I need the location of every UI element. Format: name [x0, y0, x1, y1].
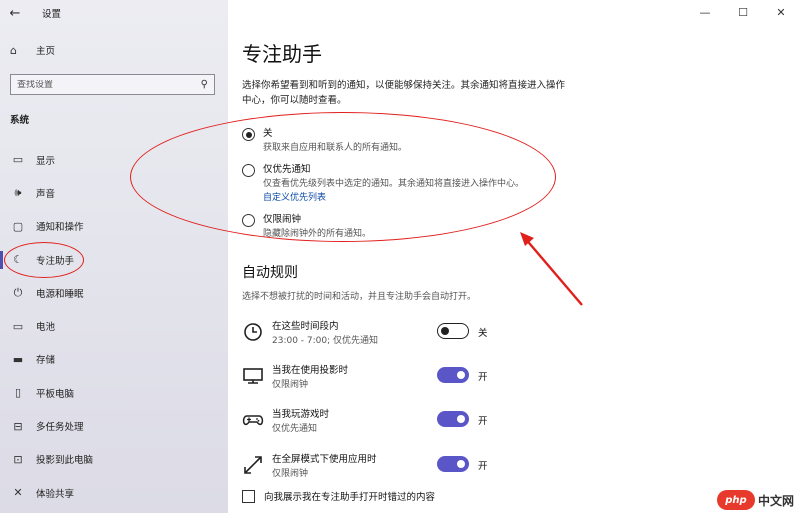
app-title: 设置 [42, 9, 62, 20]
sidebar-item-8[interactable]: ⊟ 多任务处理 [0, 409, 228, 442]
power-icon: ⏻ [13, 285, 23, 299]
sidebar-item-7[interactable]: ▯ 平板电脑 [0, 376, 228, 409]
sidebar-item-label: 平板电脑 [36, 388, 75, 400]
rule-subtitle: 仅限闹钟 [272, 469, 309, 479]
show-missed-checkbox[interactable] [242, 489, 255, 503]
toggle-switch[interactable] [437, 323, 469, 339]
rule-title: 在这些时间段内 [272, 321, 339, 332]
show-missed-checkbox-row[interactable]: 向我展示我在专注助手打开时错过的内容 [242, 489, 435, 503]
speaker-icon: 🕪 [14, 185, 22, 199]
sidebar-item-9[interactable]: ⊡ 投影到此电脑 [0, 443, 228, 476]
sidebar-item-label: 电池 [36, 322, 56, 334]
search-icon[interactable]: ⚲ [201, 79, 208, 90]
rule-time-range[interactable]: 在这些时间段内 23:00 - 7:00; 仅优先通知 关 [242, 318, 542, 354]
maximize-button[interactable]: ☐ [724, 0, 762, 24]
rule-subtitle: 仅限闹钟 [272, 380, 309, 390]
minimize-button[interactable]: — [686, 0, 724, 24]
sidebar-item-4[interactable]: ⏻ 电源和睡眠 [0, 276, 228, 309]
annotation-oval [130, 112, 556, 242]
rule-subtitle: 仅优先通知 [272, 424, 318, 434]
close-button[interactable]: ✕ [762, 0, 800, 24]
gamepad-icon [242, 409, 264, 431]
toggle-state: 开 [478, 416, 488, 427]
tablet-icon: ▯ [14, 386, 22, 400]
project-icon: ⊡ [13, 452, 23, 466]
annotation-circle [4, 242, 84, 278]
auto-rules-heading: 自动规则 [242, 265, 298, 281]
sidebar-item-5[interactable]: ▭ 电池 [0, 309, 228, 342]
share-icon: ✕ [13, 486, 23, 500]
rule-subtitle: 23:00 - 7:00; 仅优先通知 [272, 336, 379, 346]
home-icon: ⌂ [10, 43, 17, 57]
window-controls: — ☐ ✕ [686, 0, 800, 24]
toggle-state: 开 [478, 372, 488, 383]
toggle-state: 关 [478, 328, 488, 339]
sidebar-item-10[interactable]: ✕ 体验共享 [0, 476, 228, 509]
toggle-switch[interactable] [437, 411, 469, 427]
multitask-icon: ⊟ [13, 419, 23, 433]
search-box[interactable]: ⚲ [10, 74, 215, 95]
sidebar: ← 设置 ⌂ 主页 ⚲ 系统 ▭显示🕪声音▢通知和操作☾专注助手⏻电源和睡眠▭电… [0, 0, 228, 513]
battery-icon: ▭ [12, 319, 24, 333]
checkbox-label: 向我展示我在专注助手打开时错过的内容 [264, 492, 436, 503]
section-label: 系统 [10, 115, 30, 126]
watermark: php 中文网 [716, 490, 794, 510]
intro-text: 选择你希望看到和听到的通知，以便能够保持关注。其余通知将直接进入操作中心，你可以… [242, 80, 566, 106]
storage-icon: ▬ [12, 352, 24, 366]
search-input[interactable] [17, 79, 187, 90]
rule-gaming[interactable]: 当我玩游戏时 仅优先通知 开 [242, 406, 542, 442]
sidebar-item-label: 声音 [36, 188, 56, 200]
toggle-switch[interactable] [437, 456, 469, 472]
sidebar-item-label: 投影到此电脑 [36, 455, 94, 467]
page-title: 专注助手 [242, 42, 322, 66]
sidebar-item-label: 通知和操作 [36, 222, 84, 234]
sidebar-item-6[interactable]: ▬ 存储 [0, 343, 228, 376]
watermark-logo: php [716, 490, 755, 510]
sidebar-item-label: 电源和睡眠 [36, 288, 84, 300]
back-arrow-icon: ← [9, 5, 21, 21]
back-button[interactable]: ← [0, 1, 30, 25]
annotation-arrow [520, 232, 583, 306]
rule-title: 在全屏模式下使用应用时 [272, 454, 377, 465]
sidebar-item-label: 主页 [36, 46, 56, 57]
toggle-state: 开 [478, 461, 488, 472]
display-icon: ▭ [12, 153, 24, 167]
rule-fullscreen[interactable]: 在全屏模式下使用应用时 仅限闹钟 开 [242, 451, 542, 487]
monitor-icon [242, 365, 264, 387]
fullscreen-icon [242, 454, 264, 476]
rule-projecting[interactable]: 当我在使用投影时 仅限闹钟 开 [242, 362, 542, 398]
auto-rules-desc: 选择不想被打扰的时间和活动，并且专注助手会自动打开。 [242, 292, 477, 302]
sidebar-item-label: 显示 [36, 155, 56, 167]
sidebar-item-label: 体验共享 [36, 488, 75, 500]
rule-title: 当我玩游戏时 [272, 409, 330, 420]
clock-icon [242, 321, 264, 343]
title-bar: ← 设置 [0, 0, 228, 26]
sidebar-item-label: 多任务处理 [36, 422, 84, 434]
rule-title: 当我在使用投影时 [272, 365, 349, 376]
sidebar-item-label: 存储 [36, 355, 56, 367]
notification-icon: ▢ [12, 219, 24, 233]
watermark-text: 中文网 [757, 493, 794, 508]
sidebar-item-home[interactable]: ⌂ 主页 [10, 43, 56, 58]
toggle-switch[interactable] [437, 367, 469, 383]
